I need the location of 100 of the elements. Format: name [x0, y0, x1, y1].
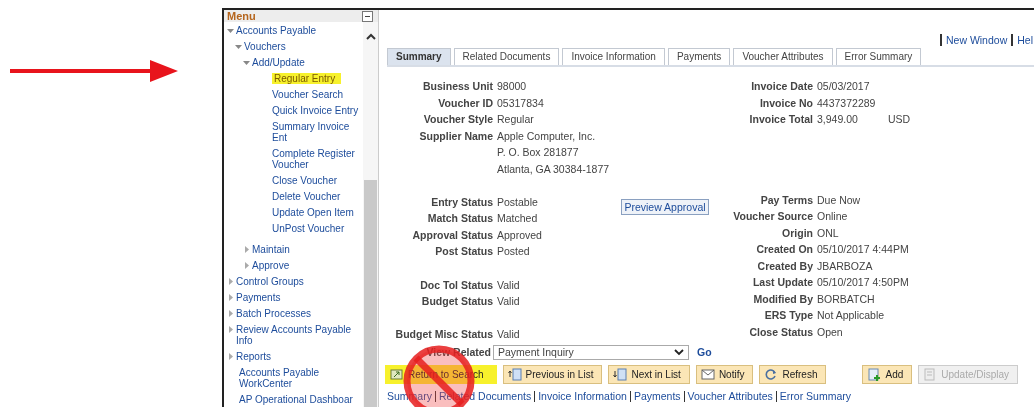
menu-link[interactable]: Close Voucher [272, 175, 338, 186]
tab[interactable]: Summary [387, 48, 451, 65]
field-value: 05/10/2017 4:50PM [817, 275, 909, 290]
envelope-icon [700, 368, 715, 381]
field-label: Post Status [434, 244, 493, 260]
toolbar-button[interactable]: Notify [695, 365, 754, 384]
menu-folder[interactable]: Vouchers [244, 41, 286, 52]
field-label: Invoice Date [750, 79, 813, 94]
field-label: Approval Status [411, 227, 493, 243]
menu-link[interactable]: Voucher Search [272, 89, 344, 100]
field-label: Created On [755, 242, 813, 257]
field-label: Invoice No [758, 95, 813, 111]
tab[interactable]: Related Documents [453, 48, 560, 65]
field-value: 05317834 [497, 95, 544, 111]
scroll-up-icon[interactable] [365, 33, 376, 40]
view-related-dropdown[interactable]: Payment Inquiry [493, 344, 689, 360]
field-label: Doc Tol Status [419, 277, 493, 293]
menu-folder[interactable]: Maintain [252, 244, 290, 255]
collapsed-icon[interactable] [227, 310, 234, 317]
toolbar-button[interactable]: Next in List [608, 365, 690, 384]
menu-link[interactable]: Quick Invoice Entry [272, 105, 359, 116]
menu-folder[interactable]: Add/Update [252, 57, 305, 68]
footer-link[interactable]: Payments [633, 390, 681, 402]
field-value: Online [817, 209, 848, 224]
field-value: 98000 [497, 79, 527, 94]
menu-folder[interactable]: Batch Processes [236, 308, 312, 319]
field-label: Match Status [426, 211, 493, 227]
menu-link[interactable]: Update Open Item [272, 207, 354, 218]
menu-link[interactable]: Accounts Payable WorkCenter [239, 367, 363, 389]
toolbar-button[interactable]: Refresh [759, 365, 827, 384]
field-value: Apple Computer, Inc. [497, 128, 597, 144]
footer-link[interactable]: Voucher Attributes [687, 390, 773, 402]
field-label: Voucher ID [437, 95, 493, 111]
menu-folder[interactable]: Payments [236, 292, 281, 303]
refresh-icon [764, 368, 779, 381]
header-link[interactable]: New Window [945, 34, 1008, 46]
expanded-icon[interactable] [227, 27, 234, 34]
field-label: Last Update [751, 275, 813, 290]
menu-link[interactable]: Delete Voucher [272, 191, 341, 202]
menu-title: Menu [227, 10, 256, 22]
collapse-icon[interactable] [362, 10, 373, 22]
collapsed-icon[interactable] [227, 278, 234, 285]
collapsed-icon[interactable] [227, 294, 234, 301]
tab[interactable]: Error Summary [835, 48, 922, 65]
field-label: ERS Type [763, 308, 813, 323]
menu-folder[interactable]: Control Groups [236, 276, 304, 287]
field-value: Valid [497, 294, 520, 310]
field-label: Created By [756, 258, 813, 274]
currency-value: USD [887, 112, 911, 127]
expanded-icon[interactable] [243, 59, 250, 66]
preview-approval-button[interactable]: Preview Approval [621, 199, 709, 215]
down-arrow-page-icon [613, 368, 628, 381]
tab[interactable]: Payments [667, 48, 731, 65]
header-link[interactable]: Hel [1017, 34, 1033, 46]
field-value: Posted [497, 244, 530, 260]
field-label: Voucher Style [422, 112, 493, 127]
menu-link[interactable]: AP Operational Dashboar [239, 394, 353, 405]
menu-link[interactable]: Regular Entry [272, 73, 342, 84]
scroll-thumb[interactable] [364, 180, 377, 407]
expanded-icon[interactable] [235, 43, 242, 50]
field-label: Budget Misc Status [394, 327, 493, 343]
chevron-icon [674, 348, 684, 356]
collapsed-icon[interactable] [243, 246, 250, 253]
footer-link[interactable]: Error Summary [779, 390, 851, 402]
field-label: Supplier Name [418, 128, 493, 144]
footer-link[interactable]: Invoice Information [538, 390, 627, 402]
field-label: Origin [781, 225, 813, 241]
field-value: Approved [497, 227, 542, 243]
field-value: 3,949.00 [817, 112, 858, 127]
menu-folder[interactable]: Review Accounts Payable Info [236, 324, 363, 346]
field-value: 05/03/2017 [817, 79, 870, 94]
collapsed-icon[interactable] [227, 353, 234, 360]
return-icon [390, 368, 404, 381]
menu-folder[interactable]: Accounts Payable [236, 25, 317, 36]
up-arrow-page-icon [507, 368, 522, 381]
collapsed-icon[interactable] [227, 326, 234, 333]
field-value: Matched [497, 211, 538, 227]
tab[interactable]: Voucher Attributes [733, 48, 833, 65]
go-link[interactable]: Go [697, 346, 712, 358]
field-label: Invoice Total [748, 112, 813, 127]
menu-link[interactable]: Summary Invoice Ent [272, 121, 363, 143]
menu-folder[interactable]: Reports [236, 351, 271, 362]
scrollbar[interactable] [363, 22, 378, 407]
field-label: Close Status [748, 324, 813, 340]
field-label: Business Unit [422, 79, 493, 94]
field-value: ONL [817, 225, 839, 241]
field-label: Modified By [752, 291, 813, 307]
page-icon [923, 368, 938, 381]
field-value: Valid [497, 327, 520, 343]
field-value: Due Now [817, 192, 861, 208]
field-value: Not Applicable [817, 308, 885, 323]
menu-link[interactable]: UnPost Voucher [272, 223, 345, 234]
field-value: Open [817, 324, 843, 340]
field-value: JBARBOZA [817, 258, 873, 274]
menu-folder[interactable]: Approve [252, 260, 290, 271]
toolbar-button[interactable]: Previous in List [502, 365, 603, 384]
toolbar-button[interactable]: Add [862, 365, 913, 384]
collapsed-icon[interactable] [243, 262, 250, 269]
tab[interactable]: Invoice Information [562, 48, 665, 65]
menu-link[interactable]: Complete Register Voucher [272, 148, 363, 170]
